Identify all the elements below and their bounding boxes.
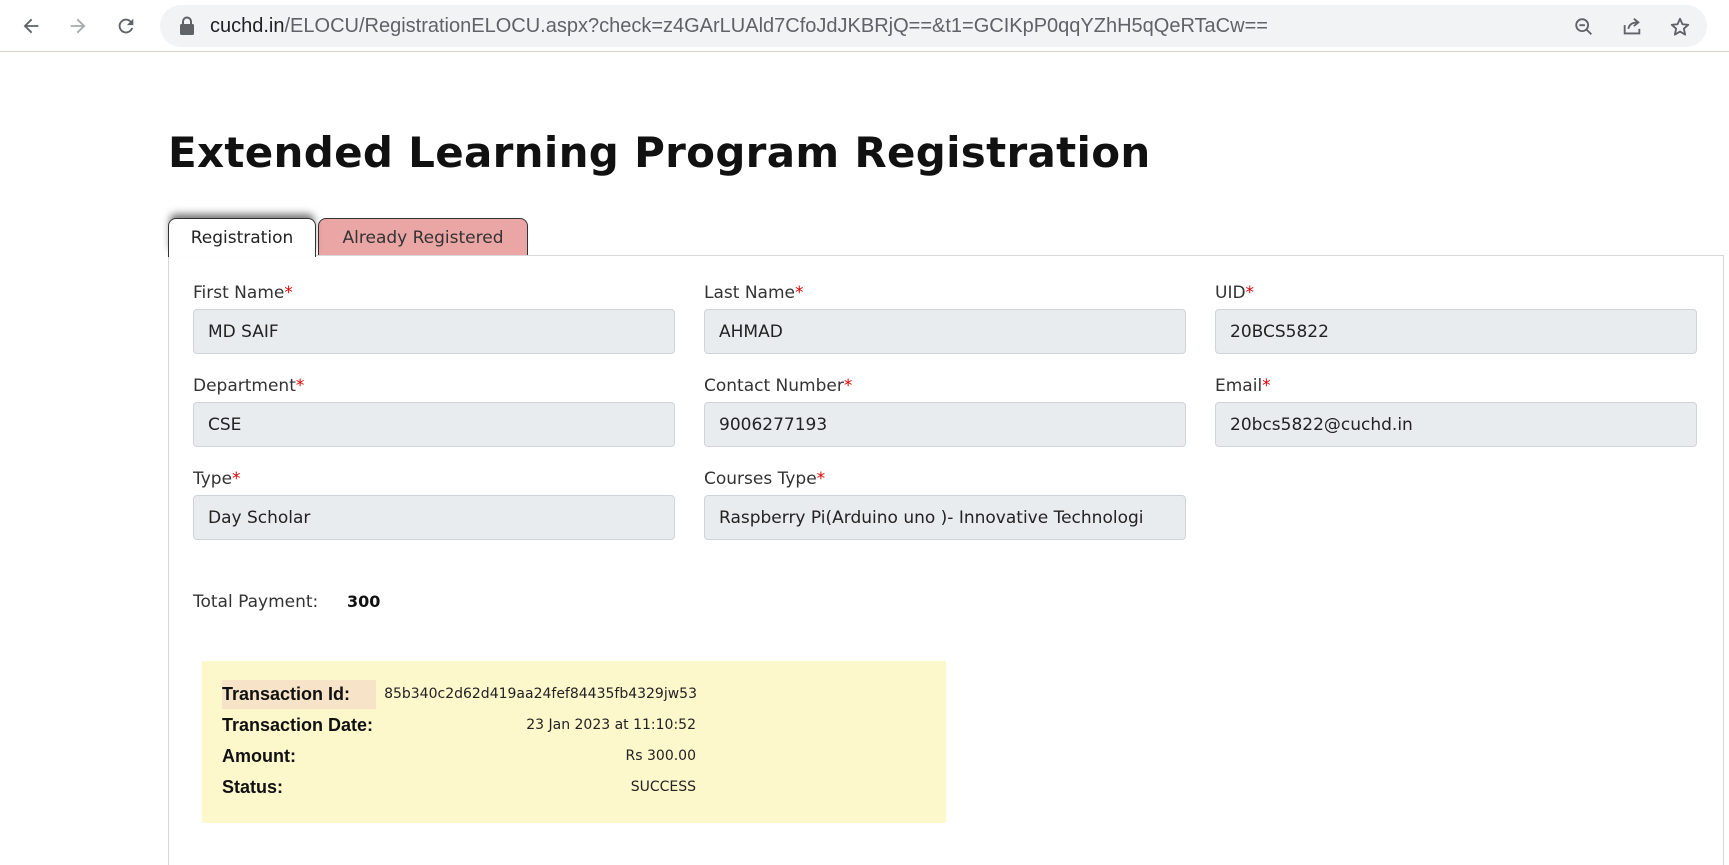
contact-number-label: Contact Number*: [704, 376, 853, 396]
status-value: SUCCESS: [630, 779, 696, 795]
reload-icon[interactable]: [108, 8, 144, 44]
required-marker: *: [232, 469, 241, 489]
required-marker: *: [284, 283, 293, 303]
url-path: /ELOCU/RegistrationELOCU.aspx?check=z4GA…: [284, 15, 1268, 37]
first-name-label: First Name*: [193, 283, 293, 303]
uid-label: UID*: [1215, 283, 1255, 303]
transaction-id-value: 85b340c2d62d419aa24fef84435fb4329jw53: [384, 686, 697, 702]
star-icon[interactable]: [1667, 14, 1693, 40]
amount-value: Rs 300.00: [625, 748, 696, 764]
transaction-details-box: Transaction Id: 85b340c2d62d419aa24fef84…: [202, 661, 946, 823]
share-icon[interactable]: [1619, 14, 1645, 40]
tab-registration[interactable]: Registration: [168, 218, 316, 257]
url-host: cuchd.in: [210, 15, 285, 37]
first-name-field[interactable]: MD SAIF: [193, 309, 675, 354]
courses-type-field[interactable]: Raspberry Pi(Arduino uno )- Innovative T…: [704, 495, 1186, 540]
address-bar[interactable]: cuchd.in/ELOCU/RegistrationELOCU.aspx?ch…: [160, 5, 1707, 47]
page-title: Extended Learning Program Registration: [168, 128, 1151, 177]
email-label: Email*: [1215, 376, 1271, 396]
zoom-out-icon[interactable]: [1571, 14, 1597, 40]
forward-arrow-icon[interactable]: [60, 8, 96, 44]
total-payment-value: 300: [347, 592, 381, 611]
courses-type-label: Courses Type*: [704, 469, 826, 489]
last-name-field[interactable]: AHMAD: [704, 309, 1186, 354]
required-marker: *: [843, 376, 853, 396]
lock-icon[interactable]: [178, 16, 196, 36]
required-marker: *: [794, 283, 804, 303]
required-marker: *: [1245, 283, 1255, 303]
contact-number-field[interactable]: 9006277193: [704, 402, 1186, 447]
uid-field[interactable]: 20BCS5822: [1215, 309, 1697, 354]
last-name-label: Last Name*: [704, 283, 804, 303]
browser-toolbar: cuchd.in/ELOCU/RegistrationELOCU.aspx?ch…: [0, 0, 1729, 52]
status-label: Status:: [222, 777, 284, 797]
back-arrow-icon[interactable]: [13, 8, 49, 44]
required-marker: *: [816, 469, 826, 489]
department-field[interactable]: CSE: [193, 402, 675, 447]
required-marker: *: [295, 376, 305, 396]
transaction-date-label: Transaction Date:: [222, 715, 374, 735]
type-field[interactable]: Day Scholar: [193, 495, 675, 540]
total-payment-label: Total Payment:: [193, 592, 319, 612]
transaction-id-label: Transaction Id:: [222, 680, 377, 709]
url-text[interactable]: cuchd.in/ELOCU/RegistrationELOCU.aspx?ch…: [210, 15, 1268, 38]
department-label: Department*: [193, 376, 305, 396]
required-marker: *: [1262, 376, 1271, 396]
amount-label: Amount:: [222, 746, 296, 766]
type-label: Type*: [193, 469, 241, 489]
tab-already-registered[interactable]: Already Registered: [318, 218, 528, 256]
transaction-date-value: 23 Jan 2023 at 11:10:52: [526, 717, 696, 733]
email-field[interactable]: 20bcs5822@cuchd.in: [1215, 402, 1697, 447]
